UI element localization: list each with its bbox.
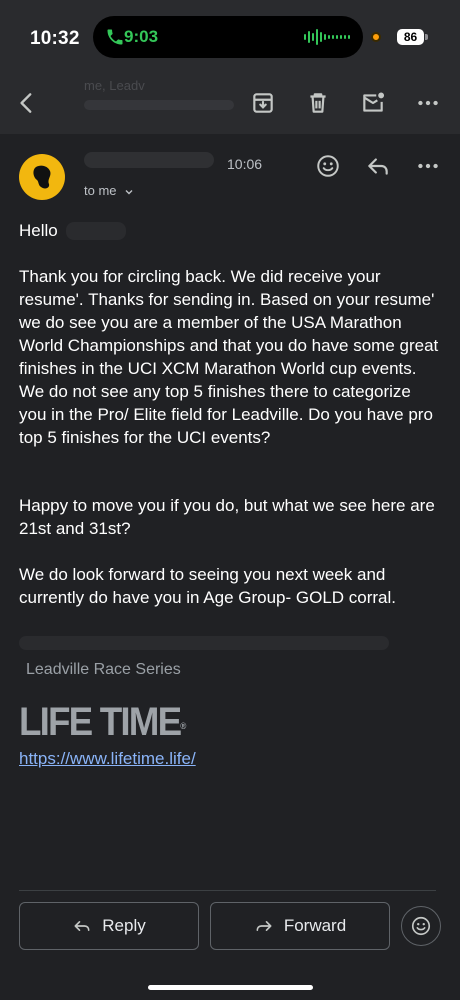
clock: 10:32	[30, 28, 80, 49]
trash-icon[interactable]	[303, 88, 333, 118]
emoji-reaction-icon[interactable]	[314, 152, 342, 180]
signature-organization: Leadville Race Series	[26, 661, 181, 678]
smiley-icon	[411, 916, 431, 936]
forward-arrow-icon	[256, 921, 272, 931]
lifetime-logo: LIFE TIME®	[19, 700, 186, 744]
logo-text: LIFE TIME	[19, 700, 182, 744]
reply-arrow-icon	[74, 921, 90, 931]
avatar[interactable]	[19, 154, 65, 200]
back-arrow-icon[interactable]	[12, 88, 42, 118]
mail-unread-icon[interactable]	[358, 88, 388, 118]
background-preview	[84, 100, 234, 110]
reply-icon[interactable]	[364, 152, 392, 180]
message-more-icon[interactable]	[414, 152, 442, 180]
phone-icon	[107, 29, 123, 45]
sender-name-redacted	[84, 152, 214, 168]
battery-tip	[425, 34, 428, 40]
recipients-toggle[interactable]: to me	[84, 183, 117, 198]
forward-label: Forward	[283, 916, 347, 935]
add-reaction-button[interactable]	[401, 906, 441, 946]
body-paragraph-3: We do look forward to seeing you next we…	[19, 565, 397, 607]
privacy-indicator-icon	[371, 32, 381, 42]
background-sender: me, Leadv	[84, 78, 145, 93]
logo-registered-mark: ®	[180, 721, 187, 731]
runner-logo-icon	[33, 165, 51, 189]
body-paragraph-1: Thank you for circling back. We did rece…	[19, 267, 439, 447]
reply-label: Reply	[102, 916, 146, 935]
more-icon[interactable]	[413, 88, 443, 118]
call-duration: 9:03	[124, 27, 159, 46]
forward-button[interactable]: Forward	[210, 902, 390, 950]
dynamic-island[interactable]: 9:03	[93, 16, 363, 58]
body-paragraph-2: Happy to move you if you do, but what we…	[19, 496, 435, 538]
chevron-down-icon[interactable]	[124, 187, 134, 197]
message-time: 10:06	[227, 156, 263, 172]
reply-button[interactable]: Reply	[19, 902, 199, 950]
website-link[interactable]: https://www.lifetime.life/	[19, 749, 196, 769]
battery-icon: 86	[397, 29, 424, 45]
home-indicator[interactable]	[148, 985, 313, 990]
audio-waveform-icon	[304, 29, 350, 45]
recipient-name-redacted	[66, 222, 126, 240]
archive-icon[interactable]	[248, 88, 278, 118]
divider	[19, 890, 436, 891]
signature-redacted	[19, 636, 389, 650]
